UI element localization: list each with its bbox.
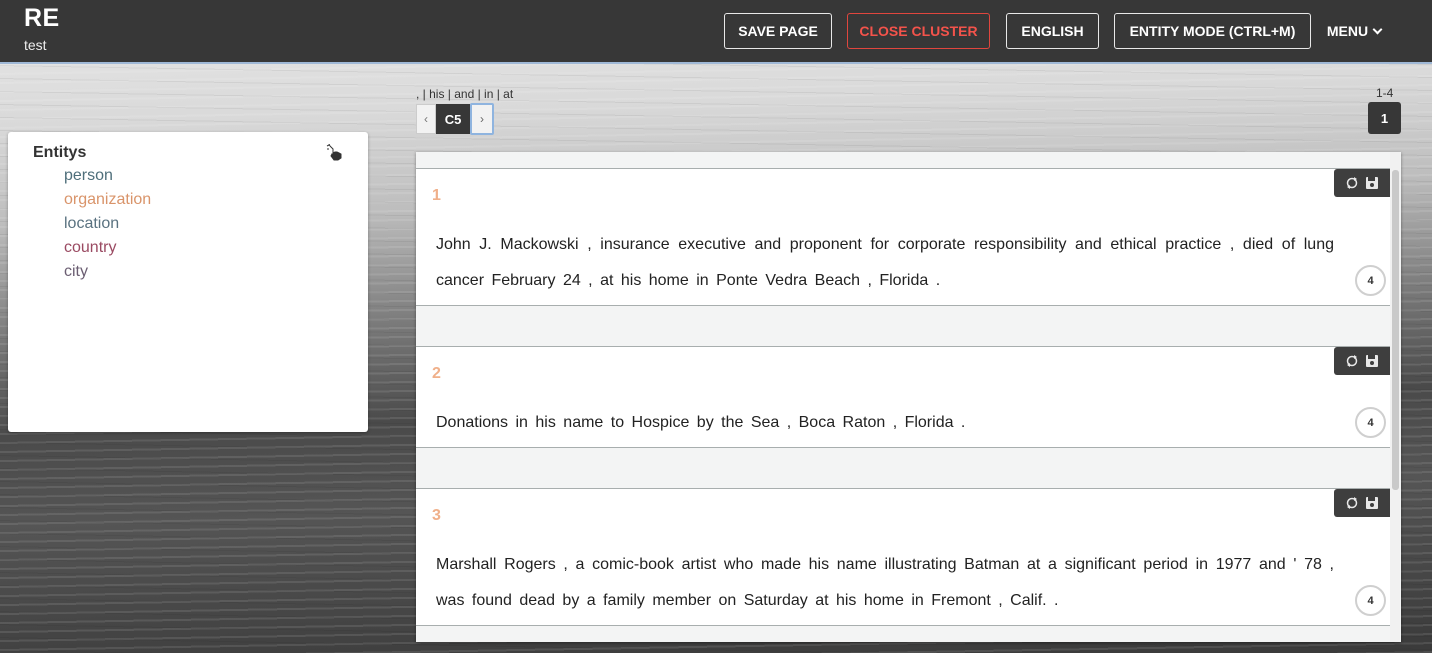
sentence-text[interactable]: Donations in his name to Hospice by the … (436, 405, 1334, 441)
refresh-icon[interactable] (1345, 176, 1359, 190)
page-range-label: 1-4 (1376, 86, 1394, 100)
entity-item-city[interactable]: city (64, 262, 151, 286)
card-toolbar (1334, 169, 1390, 197)
entity-count-badge[interactable]: 4 (1355, 407, 1386, 438)
save-icon[interactable] (1365, 354, 1379, 368)
language-button[interactable]: ENGLISH (1006, 13, 1099, 49)
entity-item-organization[interactable]: organization (64, 190, 151, 214)
entity-list: person organization location country cit… (64, 166, 151, 286)
entity-mode-button[interactable]: ENTITY MODE (CTRL+M) (1114, 13, 1311, 49)
scrollbar-thumb[interactable] (1392, 170, 1399, 490)
sentence-card: 3 Marshall Rogers , a comic-book artist … (416, 488, 1390, 626)
save-icon[interactable] (1365, 496, 1379, 510)
card-toolbar (1334, 347, 1390, 375)
page-number-button[interactable]: 1 (1368, 102, 1401, 134)
sentence-number: 1 (432, 187, 441, 204)
entity-item-location[interactable]: location (64, 214, 151, 238)
sentence-text[interactable]: Marshall Rogers , a comic-book artist wh… (436, 547, 1334, 619)
menu-dropdown[interactable]: MENU (1318, 13, 1390, 49)
close-cluster-button[interactable]: CLOSE CLUSTER (847, 13, 990, 49)
app-title: RE (24, 4, 60, 32)
prev-cluster-button[interactable]: ‹ (416, 104, 436, 134)
cluster-keywords: , | his | and | in | at (416, 87, 514, 101)
next-cluster-button[interactable]: › (470, 103, 494, 135)
project-name: test (24, 37, 47, 53)
top-navbar: RE test SAVE PAGE CLOSE CLUSTER ENGLISH … (0, 0, 1432, 64)
entity-count-badge[interactable]: 4 (1355, 265, 1386, 296)
pointer-hand-icon[interactable] (326, 144, 344, 162)
card-toolbar (1334, 489, 1390, 517)
entity-item-person[interactable]: person (64, 166, 151, 190)
save-icon[interactable] (1365, 176, 1379, 190)
sentence-text[interactable]: John J. Mackowski , insurance executive … (436, 227, 1334, 299)
entity-panel: Entitys person organization location cou… (8, 132, 368, 432)
menu-label: MENU (1326, 23, 1369, 39)
current-cluster-label: C5 (436, 104, 470, 134)
sentence-card: 1 John J. Mackowski , insurance executiv… (416, 168, 1390, 306)
entity-count-badge[interactable]: 4 (1355, 585, 1386, 616)
sentence-number: 3 (432, 507, 441, 524)
refresh-icon[interactable] (1345, 496, 1359, 510)
cluster-pager: ‹ C5 › (416, 103, 494, 135)
entity-panel-title: Entitys (33, 144, 87, 161)
entity-item-country[interactable]: country (64, 238, 151, 262)
sentence-list: 1 John J. Mackowski , insurance executiv… (416, 152, 1401, 642)
chevron-down-icon (1372, 24, 1383, 34)
save-page-button[interactable]: SAVE PAGE (724, 13, 832, 49)
sentence-card: 2 Donations in his name to Hospice by th… (416, 346, 1390, 448)
refresh-icon[interactable] (1345, 354, 1359, 368)
sentence-number: 2 (432, 365, 441, 382)
